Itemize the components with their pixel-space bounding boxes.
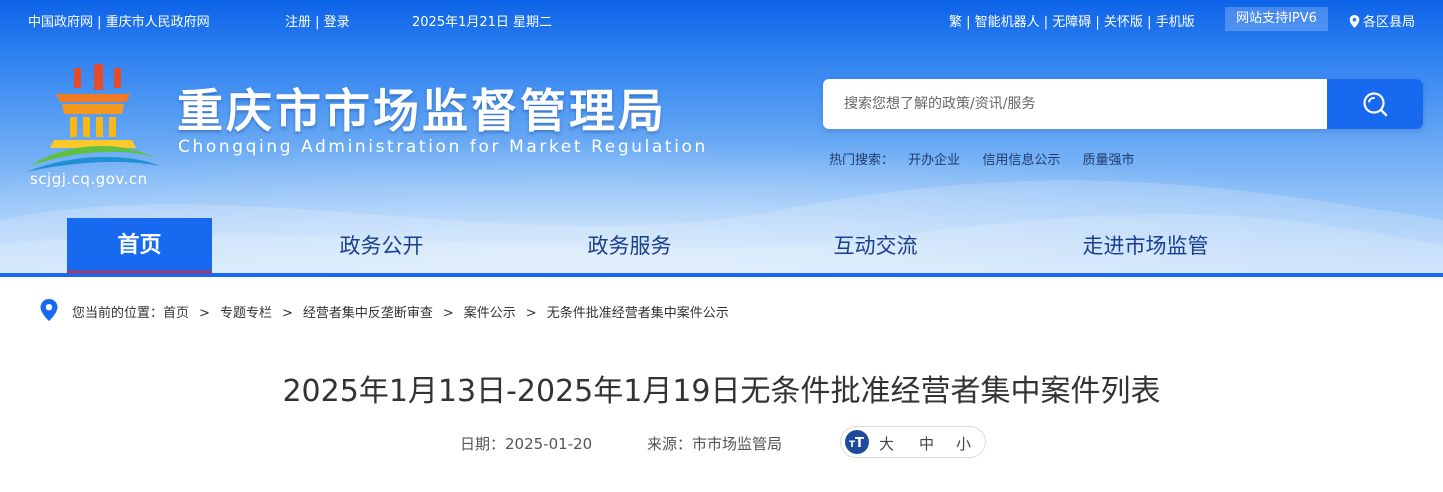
breadcrumb-separator: > [281, 306, 293, 321]
font-size-medium[interactable]: 中 [919, 433, 934, 454]
site-domain: scjgj.cq.gov.cn [30, 170, 148, 188]
font-size-icon: T T [845, 430, 869, 454]
current-date: 2025年1月21日 星期二 [412, 15, 553, 30]
hot-search-keyword[interactable]: 信用信息公示 [982, 153, 1060, 168]
article-title: 2025年1月13日-2025年1月19日无条件批准经营者集中案件列表 [282, 374, 1161, 409]
search-input[interactable] [823, 79, 1327, 129]
location-pin-icon [40, 299, 58, 321]
breadcrumb-separator: > [442, 306, 454, 321]
ipv6-badge: 网站支持IPV6 [1225, 7, 1328, 31]
breadcrumb-label: 您当前的位置： [72, 306, 164, 321]
breadcrumb-home[interactable]: 首页 [163, 306, 189, 321]
font-size-small[interactable]: 小 [956, 433, 971, 454]
breadcrumb-topics[interactable]: 专题专栏 [220, 306, 272, 321]
region-link-label: 各区县局 [1363, 15, 1416, 30]
hot-search-keyword[interactable]: 质量强市 [1082, 153, 1134, 168]
bureau-logo-icon [26, 64, 160, 172]
gov-links[interactable]: 中国政府网 | 重庆市人民政府网 [28, 11, 210, 30]
breadcrumb-current[interactable]: 无条件批准经营者集中案件公示 [547, 306, 729, 321]
nav-underline [0, 273, 1443, 277]
search-icon [1363, 92, 1388, 117]
article-source: 来源：市市场监管局 [647, 435, 783, 453]
svg-text:T: T [855, 436, 864, 449]
breadcrumb-antitrust-review[interactable]: 经营者集中反垄断审查 [303, 306, 433, 321]
nav-about-market-regulation[interactable]: 走进市场监管 [1058, 218, 1233, 276]
top-bar: 中国政府网 | 重庆市人民政府网 注册 | 登录 2025年1月21日 星期二 … [0, 0, 1443, 38]
search-button[interactable] [1327, 79, 1423, 129]
site-title[interactable]: 重庆市市场监督管理局 [177, 75, 667, 141]
breadcrumb-case-notices[interactable]: 案件公示 [464, 306, 516, 321]
region-link[interactable]: 各区县局 [1349, 11, 1415, 30]
site-subtitle: Chongqing Administration for Market Regu… [178, 137, 708, 157]
accessibility-links[interactable]: 繁 | 智能机器人 | 无障碍 | 关怀版 | 手机版 [949, 11, 1195, 30]
nav-government-affairs[interactable]: 政务公开 [309, 218, 454, 276]
nav-interaction[interactable]: 互动交流 [803, 218, 948, 276]
nav-home[interactable]: 首页 [67, 218, 212, 276]
font-size-switcher: T T 大 中 小 [840, 426, 986, 458]
breadcrumb-separator: > [199, 306, 210, 321]
location-pin-icon [1349, 15, 1360, 28]
hot-search: 热门搜索： 开办企业 信用信息公示 质量强市 [829, 149, 1152, 168]
breadcrumb-separator: > [525, 306, 537, 321]
hot-search-keyword[interactable]: 开办企业 [908, 153, 960, 168]
hot-search-label: 热门搜索： [829, 153, 895, 168]
nav-government-services[interactable]: 政务服务 [557, 218, 702, 276]
font-size-large[interactable]: 大 [879, 433, 894, 454]
search-box [823, 79, 1423, 129]
article-date: 日期：2025-01-20 [460, 435, 593, 453]
main-nav: 首页 政务公开 政务服务 互动交流 走进市场监管 [0, 218, 1443, 276]
register-login-links[interactable]: 注册 | 登录 [285, 11, 350, 30]
